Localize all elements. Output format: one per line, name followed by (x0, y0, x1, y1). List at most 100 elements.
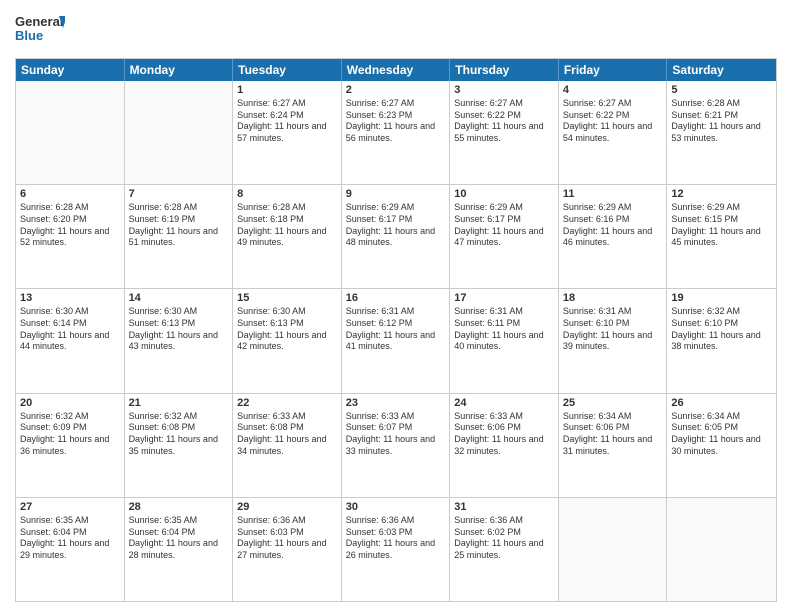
day-number: 5 (671, 84, 772, 96)
day-info: Sunrise: 6:34 AM Sunset: 6:05 PM Dayligh… (671, 411, 772, 458)
day-number: 6 (20, 188, 120, 200)
day-header-saturday: Saturday (667, 59, 776, 81)
day-cell: 3Sunrise: 6:27 AM Sunset: 6:22 PM Daylig… (450, 81, 559, 184)
day-info: Sunrise: 6:32 AM Sunset: 6:09 PM Dayligh… (20, 411, 120, 458)
day-cell (125, 81, 234, 184)
logo: General Blue (15, 10, 65, 50)
day-number: 2 (346, 84, 446, 96)
day-info: Sunrise: 6:35 AM Sunset: 6:04 PM Dayligh… (20, 515, 120, 562)
day-number: 16 (346, 292, 446, 304)
day-number: 14 (129, 292, 229, 304)
header: General Blue (15, 10, 777, 50)
svg-text:General: General (15, 14, 63, 29)
logo-svg: General Blue (15, 10, 65, 50)
day-cell: 7Sunrise: 6:28 AM Sunset: 6:19 PM Daylig… (125, 185, 234, 288)
day-info: Sunrise: 6:36 AM Sunset: 6:03 PM Dayligh… (346, 515, 446, 562)
day-info: Sunrise: 6:29 AM Sunset: 6:17 PM Dayligh… (346, 202, 446, 249)
day-cell: 13 Sunrise: 6:30 AM Sunset: 6:14 PM Dayli… (16, 289, 125, 392)
day-info: Sunrise: 6:36 AM Sunset: 6:02 PM Dayligh… (454, 515, 554, 562)
day-cell: 26 Sunrise: 6:34 AM Sunset: 6:05 PM Dayli… (667, 394, 776, 497)
day-number: 17 (454, 292, 554, 304)
day-cell: 28 Sunrise: 6:35 AM Sunset: 6:04 PM Dayli… (125, 498, 234, 601)
day-cell: 20 Sunrise: 6:32 AM Sunset: 6:09 PM Dayli… (16, 394, 125, 497)
day-cell: 19 Sunrise: 6:32 AM Sunset: 6:10 PM Dayli… (667, 289, 776, 392)
day-header-thursday: Thursday (450, 59, 559, 81)
day-info: Sunrise: 6:29 AM Sunset: 6:17 PM Dayligh… (454, 202, 554, 249)
svg-text:Blue: Blue (15, 28, 43, 43)
day-info: Sunrise: 6:31 AM Sunset: 6:10 PM Dayligh… (563, 306, 663, 353)
calendar: SundayMondayTuesdayWednesdayThursdayFrid… (15, 58, 777, 602)
day-number: 19 (671, 292, 772, 304)
day-info: Sunrise: 6:27 AM Sunset: 6:24 PM Dayligh… (237, 98, 337, 145)
day-number: 8 (237, 188, 337, 200)
day-number: 3 (454, 84, 554, 96)
day-info: Sunrise: 6:27 AM Sunset: 6:22 PM Dayligh… (563, 98, 663, 145)
day-number: 12 (671, 188, 772, 200)
day-cell (16, 81, 125, 184)
day-cell: 29 Sunrise: 6:36 AM Sunset: 6:03 PM Dayli… (233, 498, 342, 601)
week-row-1: 1 Sunrise: 6:27 AM Sunset: 6:24 PM Daylig… (16, 81, 776, 185)
day-info: Sunrise: 6:27 AM Sunset: 6:23 PM Dayligh… (346, 98, 446, 145)
day-number: 31 (454, 501, 554, 513)
day-info: Sunrise: 6:29 AM Sunset: 6:15 PM Dayligh… (671, 202, 772, 249)
day-number: 10 (454, 188, 554, 200)
day-header-friday: Friday (559, 59, 668, 81)
day-number: 22 (237, 397, 337, 409)
day-cell: 17 Sunrise: 6:31 AM Sunset: 6:11 PM Dayli… (450, 289, 559, 392)
day-cell: 2 Sunrise: 6:27 AM Sunset: 6:23 PM Daylig… (342, 81, 451, 184)
day-number: 20 (20, 397, 120, 409)
day-info: Sunrise: 6:32 AM Sunset: 6:10 PM Dayligh… (671, 306, 772, 353)
day-cell: 5 Sunrise: 6:28 AM Sunset: 6:21 PM Daylig… (667, 81, 776, 184)
day-number: 18 (563, 292, 663, 304)
day-cell: 30 Sunrise: 6:36 AM Sunset: 6:03 PM Dayli… (342, 498, 451, 601)
day-cell: 11Sunrise: 6:29 AM Sunset: 6:16 PM Dayli… (559, 185, 668, 288)
day-cell: 1 Sunrise: 6:27 AM Sunset: 6:24 PM Daylig… (233, 81, 342, 184)
day-number: 28 (129, 501, 229, 513)
week-row-5: 27 Sunrise: 6:35 AM Sunset: 6:04 PM Dayli… (16, 498, 776, 601)
day-cell: 23Sunrise: 6:33 AM Sunset: 6:07 PM Dayli… (342, 394, 451, 497)
day-cell (559, 498, 668, 601)
day-info: Sunrise: 6:33 AM Sunset: 6:06 PM Dayligh… (454, 411, 554, 458)
day-number: 11 (563, 188, 663, 200)
day-info: Sunrise: 6:31 AM Sunset: 6:11 PM Dayligh… (454, 306, 554, 353)
day-cell: 31 Sunrise: 6:36 AM Sunset: 6:02 PM Dayli… (450, 498, 559, 601)
day-number: 24 (454, 397, 554, 409)
day-number: 13 (20, 292, 120, 304)
day-info: Sunrise: 6:34 AM Sunset: 6:06 PM Dayligh… (563, 411, 663, 458)
day-cell: 25Sunrise: 6:34 AM Sunset: 6:06 PM Dayli… (559, 394, 668, 497)
day-header-wednesday: Wednesday (342, 59, 451, 81)
day-number: 27 (20, 501, 120, 513)
day-number: 26 (671, 397, 772, 409)
day-number: 23 (346, 397, 446, 409)
day-info: Sunrise: 6:28 AM Sunset: 6:18 PM Dayligh… (237, 202, 337, 249)
day-cell: 14 Sunrise: 6:30 AM Sunset: 6:13 PM Dayli… (125, 289, 234, 392)
day-info: Sunrise: 6:36 AM Sunset: 6:03 PM Dayligh… (237, 515, 337, 562)
day-number: 15 (237, 292, 337, 304)
day-number: 7 (129, 188, 229, 200)
day-number: 21 (129, 397, 229, 409)
day-info: Sunrise: 6:30 AM Sunset: 6:13 PM Dayligh… (129, 306, 229, 353)
day-info: Sunrise: 6:30 AM Sunset: 6:14 PM Dayligh… (20, 306, 120, 353)
day-cell: 8 Sunrise: 6:28 AM Sunset: 6:18 PM Daylig… (233, 185, 342, 288)
day-cell: 22Sunrise: 6:33 AM Sunset: 6:08 PM Dayli… (233, 394, 342, 497)
day-number: 4 (563, 84, 663, 96)
day-number: 29 (237, 501, 337, 513)
day-number: 1 (237, 84, 337, 96)
calendar-body: 1 Sunrise: 6:27 AM Sunset: 6:24 PM Daylig… (16, 81, 776, 601)
day-cell: 6 Sunrise: 6:28 AM Sunset: 6:20 PM Daylig… (16, 185, 125, 288)
day-cell: 15Sunrise: 6:30 AM Sunset: 6:13 PM Dayli… (233, 289, 342, 392)
day-cell: 16Sunrise: 6:31 AM Sunset: 6:12 PM Dayli… (342, 289, 451, 392)
day-cell: 9Sunrise: 6:29 AM Sunset: 6:17 PM Daylig… (342, 185, 451, 288)
week-row-2: 6 Sunrise: 6:28 AM Sunset: 6:20 PM Daylig… (16, 185, 776, 289)
week-row-3: 13 Sunrise: 6:30 AM Sunset: 6:14 PM Dayli… (16, 289, 776, 393)
day-info: Sunrise: 6:28 AM Sunset: 6:20 PM Dayligh… (20, 202, 120, 249)
day-cell: 27 Sunrise: 6:35 AM Sunset: 6:04 PM Dayli… (16, 498, 125, 601)
day-header-monday: Monday (125, 59, 234, 81)
day-info: Sunrise: 6:35 AM Sunset: 6:04 PM Dayligh… (129, 515, 229, 562)
day-header-tuesday: Tuesday (233, 59, 342, 81)
day-info: Sunrise: 6:28 AM Sunset: 6:21 PM Dayligh… (671, 98, 772, 145)
day-cell: 18 Sunrise: 6:31 AM Sunset: 6:10 PM Dayli… (559, 289, 668, 392)
day-cell: 4 Sunrise: 6:27 AM Sunset: 6:22 PM Daylig… (559, 81, 668, 184)
day-number: 30 (346, 501, 446, 513)
day-cell: 21Sunrise: 6:32 AM Sunset: 6:08 PM Dayli… (125, 394, 234, 497)
